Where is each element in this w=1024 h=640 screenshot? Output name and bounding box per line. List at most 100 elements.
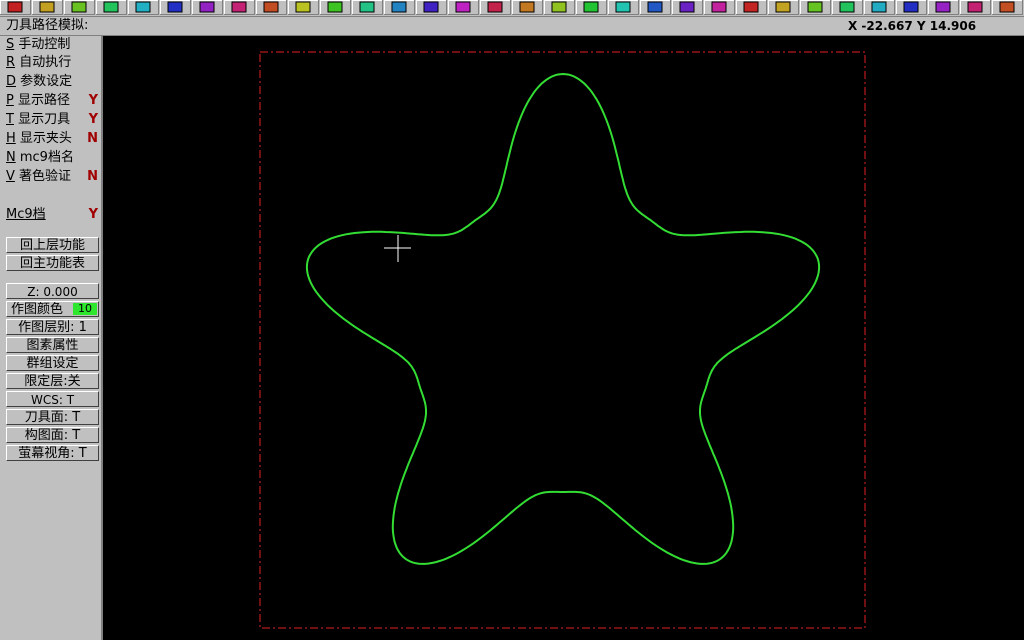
- zoom-out-icon: [199, 1, 215, 13]
- menu-item-shading-verify[interactable]: V 著色验证 N: [6, 168, 100, 186]
- repaint-icon: [327, 1, 343, 13]
- menu-hotkey: V: [6, 169, 15, 184]
- arrow-right-icon: [39, 1, 55, 13]
- toolpath-outline: [305, 72, 821, 565]
- zoom-window-icon: [135, 1, 151, 13]
- menu-item-mc9-name[interactable]: N mc9档名: [6, 149, 100, 167]
- cube-iso-icon: [455, 1, 471, 13]
- group-button[interactable]: 群组设定: [6, 355, 99, 371]
- menu-item-params[interactable]: D 参数设定: [6, 73, 100, 91]
- cube-view5-button[interactable]: [480, 0, 511, 15]
- check-icon: [743, 1, 759, 13]
- toolbar: [0, 0, 1024, 17]
- move-icon: [679, 1, 695, 13]
- crosshair-cursor: [384, 235, 411, 262]
- delete-button[interactable]: [640, 0, 671, 15]
- cube-view5-icon: [487, 1, 503, 13]
- cube-view8-button[interactable]: [576, 0, 607, 15]
- cube-front-icon: [391, 1, 407, 13]
- cube-side-button[interactable]: [416, 0, 447, 15]
- wcs-button[interactable]: WCS: T: [6, 391, 99, 407]
- menu-flag: N: [87, 169, 98, 184]
- z-depth-button[interactable]: Z: 0.000: [6, 283, 99, 299]
- menu-label: 参数设定: [20, 74, 73, 89]
- menu-flag: Y: [88, 93, 98, 108]
- menu-label: mc9档名: [19, 150, 74, 165]
- attributes-button[interactable]: 图素属性: [6, 337, 99, 353]
- menu-label: 著色验证: [19, 169, 72, 184]
- cube-view6-button[interactable]: [512, 0, 543, 15]
- menu-label: 自动执行: [19, 55, 72, 70]
- zoom-in-button[interactable]: [160, 0, 191, 15]
- zoom-previous-button[interactable]: [224, 0, 255, 15]
- copy-button[interactable]: [704, 0, 735, 15]
- construction-plane-button[interactable]: 构图面: T: [6, 427, 99, 443]
- mc9-flag: Y: [88, 207, 98, 222]
- sigma-icon: [839, 1, 855, 13]
- level-button[interactable]: 作图层别: 1: [6, 319, 99, 335]
- mc9-file-status[interactable]: Mc9档 Y: [6, 206, 100, 224]
- copy-icon: [711, 1, 727, 13]
- sigma-button[interactable]: [832, 0, 863, 15]
- menu-item-show-holder[interactable]: H 显示夹头 N: [6, 130, 100, 148]
- menu-hotkey: T: [6, 112, 14, 127]
- layer-icon: [807, 1, 823, 13]
- cross-button[interactable]: [928, 0, 959, 15]
- tool-plane-button[interactable]: 刀具面: T: [6, 409, 99, 425]
- info-button[interactable]: [64, 0, 95, 15]
- graphics-viewport[interactable]: [103, 36, 1024, 640]
- info-icon: [71, 1, 87, 13]
- color-button[interactable]: 作图颜色 10: [6, 301, 99, 317]
- zoom-window-button[interactable]: [128, 0, 159, 15]
- menu-label: 显示夹头: [19, 131, 72, 146]
- menu-label: 手动控制: [18, 37, 71, 52]
- cube-top-icon: [359, 1, 375, 13]
- pencil-icon: [615, 1, 631, 13]
- graphics-canvas: [259, 51, 866, 629]
- check-button[interactable]: [736, 0, 767, 15]
- menu-hotkey: D: [6, 74, 17, 89]
- mask-button[interactable]: 限定层:关: [6, 373, 99, 389]
- graphics-view-button[interactable]: 萤幕视角: T: [6, 445, 99, 461]
- arrow-right-button[interactable]: [32, 0, 63, 15]
- zoom-in-icon: [167, 1, 183, 13]
- cube-front-button[interactable]: [384, 0, 415, 15]
- cube-iso-button[interactable]: [448, 0, 479, 15]
- arc-icon: [967, 1, 983, 13]
- save-button[interactable]: [96, 0, 127, 15]
- cube-top-button[interactable]: [352, 0, 383, 15]
- cursor-coordinates: X -22.667 Y 14.906: [848, 19, 977, 33]
- menu-item-show-path[interactable]: P 显示路径 Y: [6, 92, 100, 110]
- cube-side-icon: [423, 1, 439, 13]
- arc-button[interactable]: [960, 0, 991, 15]
- menu-item-manual[interactable]: S 手动控制: [6, 36, 100, 54]
- box-button[interactable]: [992, 0, 1023, 15]
- save-icon: [103, 1, 119, 13]
- pan-icon: [263, 1, 279, 13]
- title-bar: 刀具路径模拟: X -22.667 Y 14.906: [0, 17, 1024, 36]
- layer-button[interactable]: [800, 0, 831, 15]
- fit-button[interactable]: [288, 0, 319, 15]
- arrow-left-button[interactable]: [0, 0, 31, 15]
- arrow-left-icon: [7, 1, 23, 13]
- main-menu-button[interactable]: 回主功能表: [6, 255, 99, 271]
- pencil-button[interactable]: [608, 0, 639, 15]
- back-button[interactable]: 回上层功能: [6, 237, 99, 253]
- cube-view7-button[interactable]: [544, 0, 575, 15]
- color-label: 作图颜色: [11, 302, 64, 317]
- menu-hotkey: P: [6, 93, 14, 108]
- menu-hotkey: S: [6, 37, 15, 52]
- line-button[interactable]: [864, 0, 895, 15]
- dot-button[interactable]: [896, 0, 927, 15]
- zoom-out-button[interactable]: [192, 0, 223, 15]
- color-swatch: 10: [73, 303, 97, 315]
- menu-label: 显示路径: [17, 93, 70, 108]
- cube-view6-icon: [519, 1, 535, 13]
- menu-item-auto[interactable]: R 自动执行: [6, 54, 100, 72]
- sphere-button[interactable]: [768, 0, 799, 15]
- menu-item-show-tool[interactable]: T 显示刀具 Y: [6, 111, 100, 129]
- pan-button[interactable]: [256, 0, 287, 15]
- repaint-button[interactable]: [320, 0, 351, 15]
- menu-flag: Y: [88, 112, 98, 127]
- move-button[interactable]: [672, 0, 703, 15]
